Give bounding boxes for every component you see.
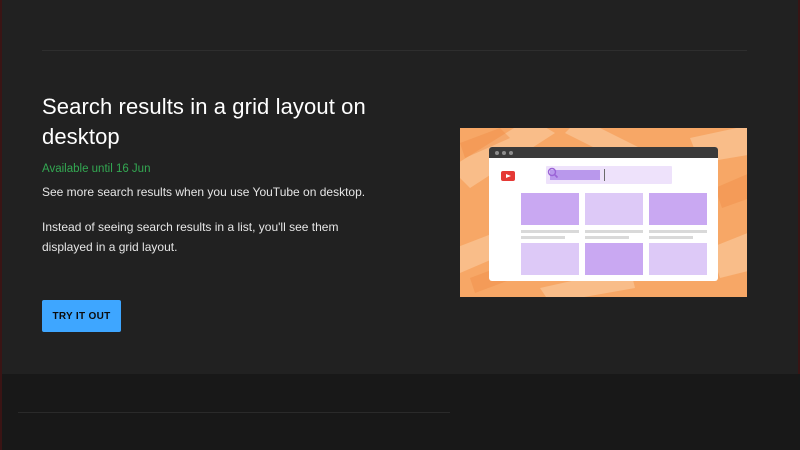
top-divider xyxy=(42,50,747,51)
text-placeholder-line xyxy=(585,236,629,239)
mock-search-bar xyxy=(546,166,672,184)
feature-description-1: See more search results when you use You… xyxy=(42,185,366,199)
thumbnail xyxy=(521,193,579,225)
thumbnail xyxy=(649,193,707,225)
availability-text: Available until 16 Jun xyxy=(42,163,151,175)
youtube-logo-icon xyxy=(501,171,515,181)
text-cursor xyxy=(604,169,605,181)
window-dot xyxy=(509,150,513,155)
thumbnail xyxy=(585,193,643,225)
browser-window-mockup xyxy=(489,147,718,281)
text-placeholder-line xyxy=(521,230,579,233)
search-icon xyxy=(547,167,559,179)
feature-illustration xyxy=(460,128,747,297)
text-placeholder-line xyxy=(521,236,565,239)
feature-title: Search results in a grid layout on deskt… xyxy=(42,94,366,149)
text-placeholder-line xyxy=(585,230,643,233)
text-placeholder-line xyxy=(649,236,693,239)
thumbnail xyxy=(521,243,579,275)
thumbnail xyxy=(649,243,707,275)
window-dot xyxy=(495,150,499,155)
page-frame: Search results in a grid layout on deskt… xyxy=(0,0,800,450)
bottom-divider xyxy=(18,412,450,413)
text-placeholder-line xyxy=(649,230,707,233)
feature-description-2: Instead of seeing search results in a li… xyxy=(42,220,339,254)
try-it-out-button[interactable]: TRY IT OUT xyxy=(42,300,121,332)
thumbnail xyxy=(585,243,643,275)
window-dot xyxy=(502,150,506,155)
browser-title-bar xyxy=(489,147,718,158)
feature-text-column: Search results in a grid layout on deskt… xyxy=(42,92,372,257)
